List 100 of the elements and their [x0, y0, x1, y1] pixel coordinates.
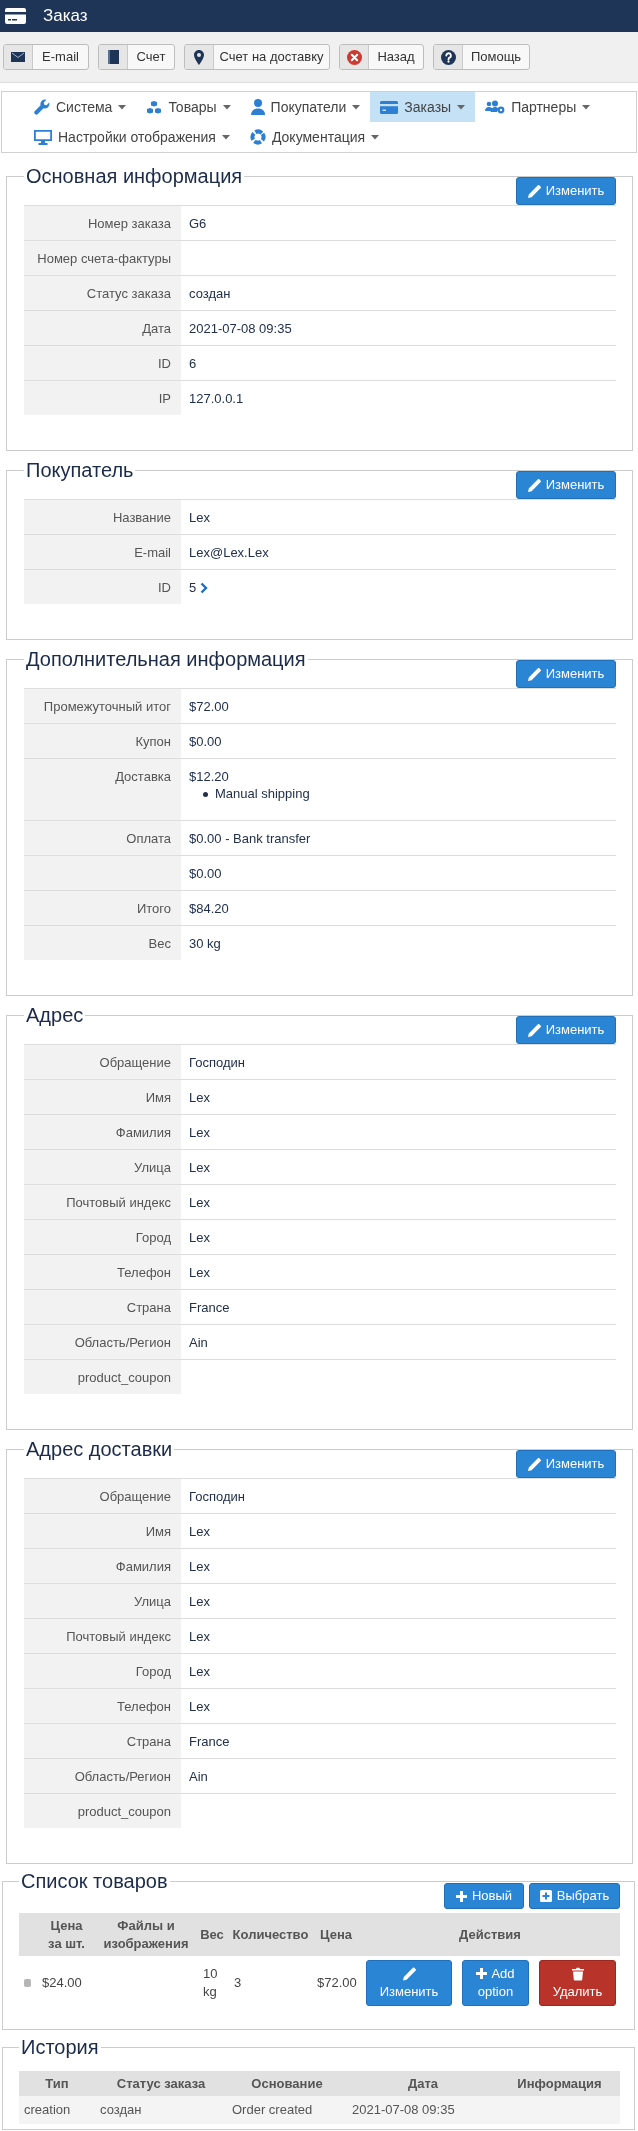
- field-label: Город: [24, 1654, 181, 1688]
- field-label: Название: [24, 500, 181, 534]
- field-label: Дата: [24, 311, 181, 345]
- field-value: $0.00 - Bank transfer: [189, 831, 311, 846]
- add-option-button[interactable]: Add option: [462, 1960, 529, 2006]
- price: $72.00: [317, 1975, 357, 1990]
- field-label: Телефон: [24, 1255, 181, 1289]
- pencil-icon: [402, 1967, 416, 1981]
- plus-icon: [476, 1968, 488, 1979]
- field-value: Lex: [189, 1230, 210, 1245]
- monitor-icon: [34, 129, 52, 145]
- toolbar-button[interactable]: Счет: [98, 44, 175, 70]
- trash-icon: [571, 1967, 584, 1981]
- field-label: Обращение: [24, 1479, 181, 1513]
- field-value: Lex: [189, 1629, 210, 1644]
- date: 2021-07-08 09:35: [352, 2102, 455, 2117]
- field-label: Купон: [24, 724, 181, 758]
- chevron-right-icon[interactable]: [200, 581, 209, 594]
- toolbar-button[interactable]: E-mail: [3, 44, 89, 70]
- column-header: Файлы и изображения: [103, 1917, 189, 1951]
- thumbnail-icon: [24, 1979, 31, 1987]
- toolbar-button[interactable]: Назад: [339, 44, 424, 70]
- edit-button[interactable]: Изменить: [516, 660, 616, 688]
- column-header: Действия: [459, 1926, 521, 1942]
- field-label: Имя: [24, 1080, 181, 1114]
- book-icon: [107, 50, 119, 64]
- reason: Order created: [232, 2102, 313, 2117]
- field-value: France: [189, 1300, 230, 1315]
- field-label: Фамилия: [24, 1549, 181, 1583]
- field-label: Страна: [24, 1724, 181, 1758]
- column-header: Цена за шт.: [48, 1917, 85, 1951]
- field-value: Ain: [189, 1769, 208, 1784]
- help-icon: [440, 49, 456, 65]
- column-header: Статус заказа: [116, 2075, 206, 2091]
- select-button[interactable]: Выбрать: [529, 1883, 620, 1909]
- toolbar-button[interactable]: Помощь: [433, 44, 530, 70]
- field-value: $12.20: [189, 769, 229, 784]
- field-label: Оплата: [24, 821, 181, 855]
- field-label: Промежуточный итог: [24, 689, 181, 723]
- field-label: Статус заказа: [24, 276, 181, 310]
- section-title: История: [20, 2035, 100, 2059]
- field-value: 127.0.0.1: [189, 391, 244, 406]
- field-value: $0.00: [189, 734, 222, 749]
- caret-down-icon: [118, 104, 127, 110]
- field-value: Господин: [189, 1055, 245, 1070]
- field-value: 2021-07-08 09:35: [189, 321, 292, 336]
- field-label: Область/Регион: [24, 1759, 181, 1793]
- field-label: Улица: [24, 1584, 181, 1618]
- column-header: Дата: [407, 2075, 439, 2091]
- toolbar-button[interactable]: Счет на доставку: [184, 44, 330, 70]
- quantity: 3: [234, 1975, 242, 1990]
- new-button[interactable]: Новый: [444, 1883, 524, 1909]
- caret-down-icon: [582, 104, 591, 110]
- edit-button[interactable]: Изменить: [516, 177, 616, 205]
- field-value: Lex: [189, 1559, 210, 1574]
- section-title: Основная информация: [25, 164, 244, 188]
- menu-item[interactable]: Заказы: [370, 92, 476, 122]
- edit-button[interactable]: Изменить: [516, 471, 616, 499]
- field-label: Фамилия: [24, 1115, 181, 1149]
- field-label: product_coupon: [24, 1794, 181, 1828]
- bullet-icon: [203, 791, 208, 797]
- field-label: Номер счета-фактуры: [24, 241, 181, 275]
- section-title: Список товаров: [20, 1869, 169, 1893]
- field-label: IP: [24, 381, 181, 415]
- field-value: Lex: [189, 1160, 210, 1175]
- field-label: Область/Регион: [24, 1325, 181, 1359]
- field-value: France: [189, 1734, 230, 1749]
- pencil-icon: [527, 1457, 541, 1471]
- field-value: 30 kg: [189, 936, 221, 951]
- field-label: Номер заказа: [24, 206, 181, 240]
- field-label: Почтовый индекс: [24, 1185, 181, 1219]
- life-ring-icon: [249, 129, 266, 145]
- window-title: Заказ: [43, 6, 88, 26]
- caret-down-icon: [221, 134, 230, 140]
- field-value: Lex@Lex.Lex: [189, 545, 269, 560]
- edit-button[interactable]: Изменить: [366, 1960, 452, 2006]
- field-value: $72.00: [189, 699, 229, 714]
- pencil-icon: [527, 1023, 541, 1037]
- field-label: Имя: [24, 1514, 181, 1548]
- delete-button[interactable]: Удалить: [539, 1960, 616, 2006]
- column-header: Основание: [251, 2075, 323, 2091]
- field-label: Улица: [24, 1150, 181, 1184]
- edit-button[interactable]: Изменить: [516, 1016, 616, 1044]
- field-value: G6: [189, 216, 207, 231]
- section-title: Адрес доставки: [25, 1437, 174, 1461]
- plus-icon: [455, 1890, 467, 1902]
- field-label: Телефон: [24, 1689, 181, 1723]
- field-label: Итого: [24, 891, 181, 925]
- field-value: Lex: [189, 1699, 210, 1714]
- field-label: Доставка: [24, 759, 181, 820]
- field-value: создан: [189, 286, 231, 301]
- caret-down-icon: [222, 104, 231, 110]
- section-title: Адрес: [25, 1003, 85, 1027]
- credit-card-icon: [5, 8, 26, 24]
- field-label: Вес: [24, 926, 181, 960]
- column-header: Цена: [320, 1926, 352, 1942]
- field-value: 5: [189, 579, 197, 596]
- edit-button[interactable]: Изменить: [516, 1450, 616, 1478]
- list-item: Manual shipping: [215, 785, 310, 803]
- entry-type: creation: [24, 2102, 71, 2117]
